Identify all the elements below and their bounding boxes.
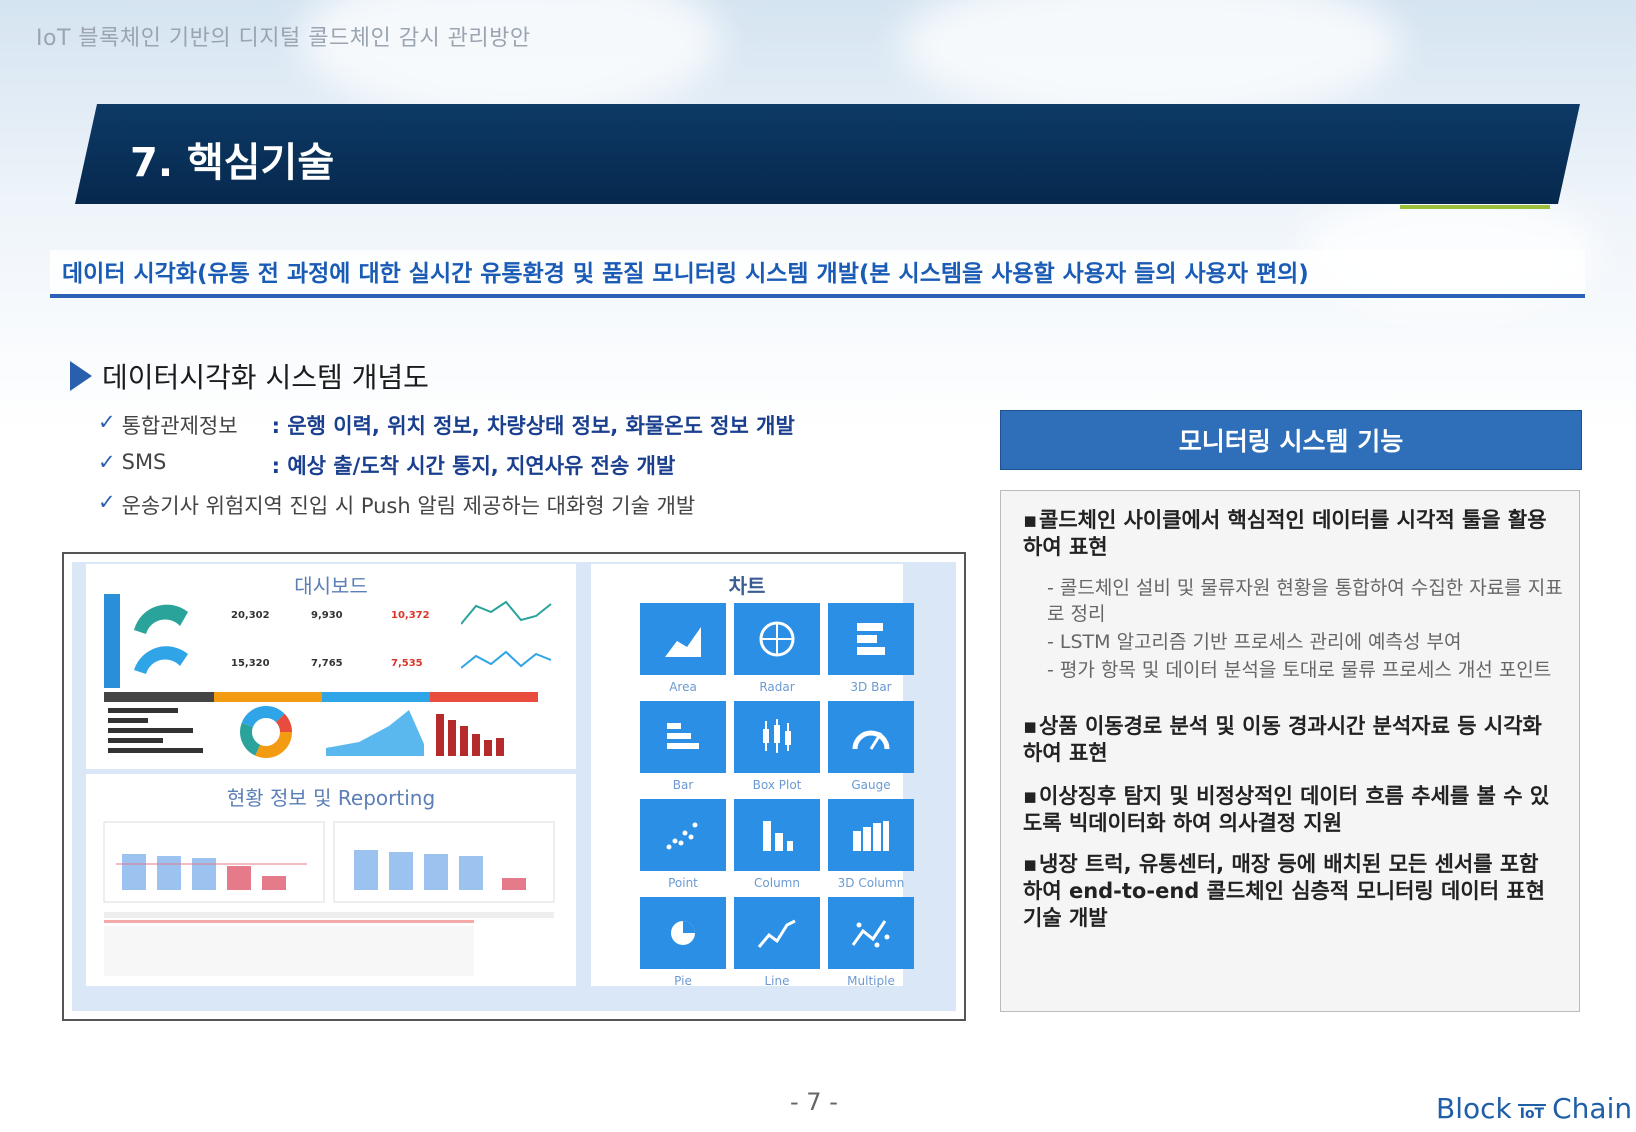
logo-left-text: Block — [1436, 1092, 1512, 1125]
monitoring-item-text: 콜드체인 사이클에서 핵심적인 데이터를 시각적 툴을 활용하여 표현 — [1023, 508, 1547, 559]
chart-tile-label: 3D Bar — [850, 680, 892, 694]
chart-tile-gauge[interactable] — [828, 701, 914, 773]
section-title: 7. 핵심기술 — [130, 140, 335, 186]
monitoring-item: ▪상품 이동경로 분석 및 이동 경과시간 분석자료 등 시각화하여 표현 — [1023, 714, 1542, 765]
box-plot-icon — [763, 719, 791, 753]
kpi-side-tabs — [104, 594, 120, 688]
document-title: IoT 블록체인 기반의 디지털 콜드체인 감시 관리방안 — [36, 26, 531, 51]
monitoring-subitem-text: 평가 항목 및 데이터 분석을 토대로 물류 프로세스 개선 포인트 — [1059, 659, 1552, 681]
chart-tile-label: 3D Column — [837, 876, 905, 890]
chart-tile-area[interactable] — [640, 603, 726, 675]
kpi-value: 7,765 — [311, 658, 343, 669]
chart-tile-pie[interactable] — [640, 897, 726, 969]
concept-heading-text: 데이터시각화 시스템 개념도 — [102, 361, 429, 394]
sparkline-graphics — [461, 600, 552, 669]
monitoring-item: ▪이상징후 탐지 및 비정상적인 데이터 흐름 추세를 볼 수 있도록 빅데이터… — [1023, 784, 1550, 835]
cloud-decoration — [900, 0, 1400, 120]
chart-tile-3d-column[interactable] — [828, 799, 914, 871]
logo-right-text: Chain — [1552, 1092, 1633, 1125]
chart-tile-label: Pie — [674, 974, 692, 988]
kpi-value: 20,302 — [231, 610, 270, 621]
check-item: ✓ SMS : 예상 출/도착 시간 통지, 지연사유 전송 개발 — [98, 450, 675, 480]
header-strip — [430, 692, 538, 702]
header-strip — [214, 692, 322, 702]
concept-heading: 데이터시각화 시스템 개념도 — [70, 356, 429, 396]
monitoring-item: ▪냉장 트럭, 유통센터, 매장 등에 배치된 모든 센서를 포함하여 end-… — [1023, 852, 1545, 930]
reporting-graphics — [103, 821, 555, 976]
monitoring-item-text: 이상징후 탐지 및 비정상적인 데이터 흐름 추세를 볼 수 있도록 빅데이터화… — [1023, 784, 1550, 835]
page-number: - 7 - — [790, 1088, 838, 1116]
check-label: 운송기사 위험지역 진입 시 Push 알림 제공하는 대화형 기술 개발 — [121, 494, 696, 518]
check-label: SMS — [121, 450, 167, 474]
check-item: ✓ 운송기사 위험지역 진입 시 Push 알림 제공하는 대화형 기술 개발 — [98, 490, 695, 520]
chart-tile-label: Bar — [672, 778, 694, 792]
chart-tile-box-plot[interactable] — [734, 701, 820, 773]
chart-tile-radar[interactable] — [734, 603, 820, 675]
check-value: : 예상 출/도착 시간 통지, 지연사유 전송 개발 — [271, 454, 676, 478]
monitoring-subitem-text: 콜드체인 설비 및 물류자원 현황을 통합하여 수집한 자료를 지표로 정리 — [1047, 577, 1563, 625]
check-icon: ✓ — [98, 450, 116, 474]
check-label: 통합관제정보 — [121, 414, 238, 438]
pie-chart-icon — [671, 921, 695, 945]
bar-chart-icon — [667, 723, 699, 749]
chart-tile-label: Point — [668, 876, 698, 890]
kpi-value: 15,320 — [231, 658, 270, 669]
triangle-bullet-icon — [70, 361, 92, 391]
chart-tile-label: Radar — [759, 680, 795, 694]
charts-title: 차트 — [728, 574, 766, 598]
chart-tile-multiple[interactable] — [828, 897, 914, 969]
banner-accent-line — [1400, 205, 1550, 209]
chart-tile-3d-bar[interactable] — [828, 603, 914, 675]
reporting-title: 현황 정보 및 Reporting — [226, 786, 436, 810]
multiple-chart-icon — [851, 920, 890, 948]
chart-tile-line[interactable] — [734, 897, 820, 969]
logo-iot-text: IoT — [1517, 1104, 1547, 1122]
chart-tile-label: Multiple — [847, 974, 895, 988]
header-strip — [104, 692, 214, 702]
monitoring-box: ▪콜드체인 사이클에서 핵심적인 데이터를 시각적 툴을 활용하여 표현 - 콜… — [1000, 490, 1580, 1012]
3d-column-icon — [853, 821, 889, 851]
column-chart-icon — [763, 821, 793, 851]
subtitle: 데이터 시각화(유통 전 과정에 대한 실시간 유통환경 및 품질 모니터링 시… — [62, 261, 1309, 287]
monitoring-subitem: - LSTM 알고리즘 기반 프로세스 관리에 예측성 부여 — [1047, 631, 1462, 653]
chart-tile-label: Column — [754, 876, 800, 890]
3d-bar-icon — [857, 623, 885, 655]
chart-tile-label: Box Plot — [752, 778, 802, 792]
check-icon: ✓ — [98, 490, 116, 514]
kpi-value: 10,372 — [391, 610, 430, 621]
monitoring-subitem: - 평가 항목 및 데이터 분석을 토대로 물류 프로세스 개선 포인트 — [1047, 659, 1552, 681]
blockiotchain-logo: Block IoT Chain — [1436, 1092, 1632, 1125]
monitoring-item-text: 냉장 트럭, 유통센터, 매장 등에 배치된 모든 센서를 포함하여 end-t… — [1023, 852, 1545, 930]
chart-tile-point[interactable] — [640, 799, 726, 871]
check-icon: ✓ — [98, 410, 116, 434]
monitoring-subitem: - 콜드체인 설비 및 물류자원 현황을 통합하여 수집한 자료를 지표로 정리 — [1047, 577, 1563, 625]
gauge-graphics — [134, 604, 188, 674]
chart-tile-bar[interactable] — [640, 701, 726, 773]
mini-charts-graphics — [108, 706, 504, 758]
line-chart-icon — [757, 919, 796, 948]
subtitle-underline — [50, 294, 1585, 298]
chart-tile-label: Gauge — [851, 778, 891, 792]
gauge-icon — [852, 730, 890, 750]
check-value: : 운행 이력, 위치 정보, 차량상태 정보, 화물온도 정보 개발 — [271, 414, 795, 438]
kpi-value: 7,535 — [391, 658, 423, 669]
monitoring-header: 모니터링 시스템 기능 — [1000, 410, 1582, 470]
monitoring-item: ▪콜드체인 사이클에서 핵심적인 데이터를 시각적 툴을 활용하여 표현 — [1023, 508, 1547, 559]
chart-tile-label: Line — [764, 974, 790, 988]
area-chart-icon — [665, 627, 701, 657]
chart-tile-label: Area — [669, 680, 697, 694]
cloud-decoration — [300, 0, 720, 120]
monitoring-item-text: 상품 이동경로 분석 및 이동 경과시간 분석자료 등 시각화하여 표현 — [1023, 714, 1542, 765]
reporting-panel: 현황 정보 및 Reporting — [86, 774, 576, 986]
check-item: ✓ 통합관제정보 : 운행 이력, 위치 정보, 차량상태 정보, 화물온도 정… — [98, 410, 795, 440]
radar-chart-icon — [759, 621, 795, 657]
point-chart-icon — [666, 822, 698, 850]
dashboard-panel: 대시보드 20,302 9,930 10,372 15,320 7,765 7,… — [86, 564, 576, 769]
monitoring-subitem-text: LSTM 알고리즘 기반 프로세스 관리에 예측성 부여 — [1059, 631, 1462, 653]
kpi-value: 9,930 — [311, 610, 343, 621]
header-strip — [322, 692, 430, 702]
chart-tile-column[interactable] — [734, 799, 820, 871]
